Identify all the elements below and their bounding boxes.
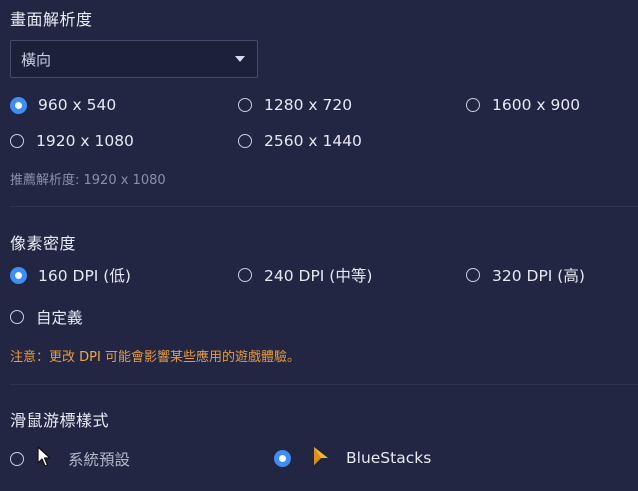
radio-unselected-icon <box>238 134 252 148</box>
radio-unselected-icon <box>10 134 24 148</box>
radio-unselected-icon <box>10 452 24 466</box>
resolution-option-label: 1600 x 900 <box>492 96 581 114</box>
resolution-title: 畫面解析度 <box>10 10 93 29</box>
cursor-option-bluestacks[interactable]: BlueStacks <box>274 446 431 470</box>
radio-unselected-icon <box>466 98 480 112</box>
resolution-option-label: 1920 x 1080 <box>36 132 134 150</box>
density-option-custom[interactable]: 自定義 <box>10 306 83 328</box>
resolution-option-label: 2560 x 1440 <box>264 132 362 150</box>
density-option-label: 320 DPI (高) <box>492 267 585 285</box>
resolution-option-label: 960 x 540 <box>38 96 117 114</box>
resolution-option-2560x1440[interactable]: 2560 x 1440 <box>238 132 362 150</box>
section-divider <box>10 206 638 207</box>
dpi-warning-prefix: 注意：更改 <box>10 350 76 365</box>
chevron-down-icon <box>235 56 245 62</box>
arrow-cursor-icon <box>36 446 52 472</box>
recommended-resolution-hint: 推薦解析度: 1920 x 1080 <box>10 173 166 188</box>
cursor-option-label: BlueStacks <box>346 449 432 467</box>
resolution-option-1280x720[interactable]: 1280 x 720 <box>238 96 352 114</box>
radio-unselected-icon <box>238 98 252 112</box>
cursor-option-system-default[interactable]: 系統預設 <box>10 446 130 472</box>
radio-unselected-icon <box>238 268 252 282</box>
radio-selected-icon <box>10 96 27 114</box>
radio-selected-icon <box>274 449 291 467</box>
dpi-warning-suffix: 可能會影響某些應用的遊戲體驗。 <box>104 350 300 365</box>
radio-unselected-icon <box>10 310 24 324</box>
density-title: 像素密度 <box>10 234 77 253</box>
density-option-label: 自定義 <box>36 309 83 327</box>
section-divider <box>10 384 638 385</box>
bluestacks-cursor-icon <box>312 446 330 470</box>
dpi-warning-dpi: DPI <box>79 350 101 365</box>
resolution-option-1920x1080[interactable]: 1920 x 1080 <box>10 132 134 150</box>
radio-selected-icon <box>10 266 27 284</box>
resolution-option-1600x900[interactable]: 1600 x 900 <box>466 96 580 114</box>
cursor-title: 滑鼠游標樣式 <box>10 411 110 430</box>
dpi-warning: 注意：更改 DPI 可能會影響某些應用的遊戲體驗。 <box>10 346 300 365</box>
density-option-label: 240 DPI (中等) <box>264 267 373 285</box>
density-option-label: 160 DPI (低) <box>38 267 131 285</box>
resolution-option-label: 1280 x 720 <box>264 96 353 114</box>
resolution-option-960x540[interactable]: 960 x 540 <box>10 96 116 114</box>
radio-unselected-icon <box>466 268 480 282</box>
orientation-select-value: 橫向 <box>21 50 52 69</box>
orientation-select[interactable]: 橫向 <box>10 40 258 78</box>
cursor-option-label: 系統預設 <box>68 451 131 469</box>
density-option-160[interactable]: 160 DPI (低) <box>10 264 131 286</box>
density-option-240[interactable]: 240 DPI (中等) <box>238 264 372 286</box>
density-option-320[interactable]: 320 DPI (高) <box>466 264 585 286</box>
